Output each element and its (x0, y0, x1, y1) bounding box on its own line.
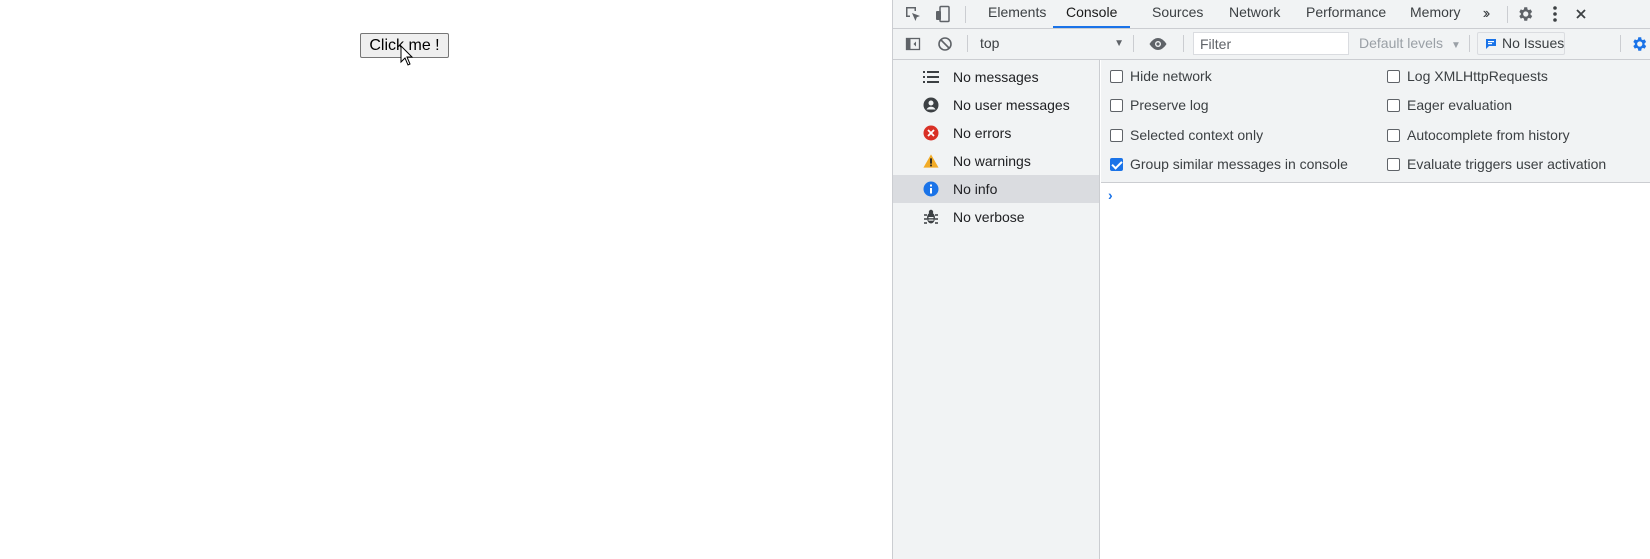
checkbox-box[interactable] (1387, 70, 1400, 83)
tab-memory[interactable]: Memory (1397, 0, 1474, 28)
checkbox-label: Autocomplete from history (1407, 127, 1570, 143)
sidebar-item-label: No verbose (953, 209, 1025, 225)
console-sidebar: No messages No user messages No errors N… (893, 60, 1100, 559)
toolbar-divider (1620, 35, 1621, 52)
checkbox-label: Evaluate triggers user activation (1407, 156, 1607, 172)
prompt-chevron-icon: › (1108, 187, 1113, 203)
live-expression-eye-icon[interactable] (1148, 34, 1168, 54)
list-icon (923, 69, 939, 85)
toolbar-divider (1133, 35, 1134, 52)
sidebar-item-label: No user messages (953, 97, 1070, 113)
toolbar-divider (1469, 35, 1470, 52)
issues-button[interactable]: No Issues (1477, 32, 1565, 55)
checkbox-box[interactable] (1387, 158, 1400, 171)
tab-console[interactable]: Console (1053, 0, 1131, 28)
checkbox-label: Eager evaluation (1407, 97, 1513, 113)
sidebar-item-user-messages[interactable]: No user messages (893, 91, 1099, 119)
tab-elements[interactable]: Elements (975, 0, 1059, 28)
inspect-element-icon[interactable] (903, 4, 923, 24)
tab-performance[interactable]: Performance (1293, 0, 1399, 28)
sidebar-item-label: No info (953, 181, 998, 197)
sidebar-item-warnings[interactable]: No warnings (893, 147, 1099, 175)
checkbox-label: Selected context only (1130, 127, 1264, 143)
checkbox-box[interactable] (1387, 129, 1400, 142)
issues-label: No Issues (1502, 35, 1565, 51)
log-levels-dropdown[interactable]: Default levels ▼ (1359, 33, 1461, 54)
checkbox-box-checked[interactable] (1110, 158, 1123, 171)
user-icon (923, 97, 939, 113)
tab-network[interactable]: Network (1216, 0, 1293, 28)
sidebar-item-label: No messages (953, 69, 1039, 85)
sidebar-item-info[interactable]: No info (893, 175, 1099, 203)
toolbar-divider (965, 6, 966, 23)
issue-message-icon (1486, 39, 1496, 49)
clear-console-icon[interactable] (935, 34, 955, 54)
sidebar-item-messages[interactable]: No messages (893, 63, 1099, 91)
sidebar-item-label: No errors (953, 125, 1012, 141)
console-input-area[interactable]: › (1101, 183, 1650, 559)
dropdown-caret-icon: ▼ (1114, 38, 1124, 49)
sidebar-item-errors[interactable]: No errors (893, 119, 1099, 147)
warning-icon (923, 153, 939, 169)
toolbar-divider (967, 35, 968, 52)
error-icon (923, 125, 939, 141)
checkbox-box[interactable] (1110, 99, 1123, 112)
console-settings-gear-icon[interactable] (1629, 34, 1649, 54)
sidebar-item-label: No warnings (953, 153, 1031, 169)
bug-icon (923, 209, 939, 225)
devtools-panel: Elements Console Sources Network Perform… (892, 0, 1650, 559)
checkbox-label: Preserve log (1130, 97, 1209, 113)
web-page-viewport: Click me ! (0, 0, 892, 559)
sidebar-item-verbose[interactable]: No verbose (893, 203, 1099, 231)
context-value: top (980, 35, 1000, 51)
console-toolbar: top ▼ Default levels ▼ No Issues (893, 29, 1650, 60)
checkbox-box[interactable] (1387, 99, 1400, 112)
checkbox-label: Group similar messages in console (1130, 156, 1348, 172)
console-settings-pane: Hide network Preserve log Selected conte… (1101, 60, 1650, 183)
checkbox-label: Hide network (1130, 68, 1212, 84)
log-levels-label: Default levels (1359, 35, 1444, 51)
click-me-button[interactable]: Click me ! (360, 33, 449, 58)
checkbox-label: Log XMLHttpRequests (1407, 68, 1548, 84)
info-icon (923, 181, 939, 197)
sidebar-toggle-icon[interactable] (903, 34, 923, 54)
checkbox-box[interactable] (1110, 129, 1123, 142)
checkbox-box[interactable] (1110, 70, 1123, 83)
settings-gear-icon[interactable] (1515, 4, 1535, 24)
devtools-tab-bar: Elements Console Sources Network Perform… (893, 0, 1650, 29)
device-toolbar-icon[interactable] (933, 4, 953, 24)
tab-sources[interactable]: Sources (1139, 0, 1216, 28)
more-tabs-icon[interactable]: ›› (1475, 4, 1495, 24)
dropdown-caret-icon: ▼ (1450, 40, 1461, 51)
context-selector[interactable]: top ▼ (976, 33, 1126, 54)
toolbar-divider (1183, 35, 1184, 52)
close-devtools-icon[interactable] (1571, 4, 1591, 24)
console-filter-input[interactable] (1193, 32, 1349, 55)
more-options-vertical-icon[interactable] (1545, 4, 1565, 24)
toolbar-divider (1507, 6, 1508, 23)
